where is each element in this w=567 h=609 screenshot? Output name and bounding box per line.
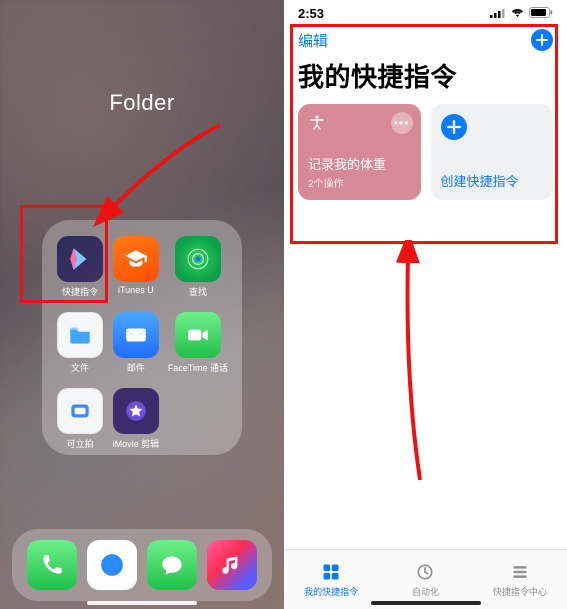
tab-my-shortcuts[interactable]: 我的快捷指令 xyxy=(284,550,378,609)
card-title: 创建快捷指令 xyxy=(441,171,519,190)
shortcut-cards: ••• 记录我的体重 2个操作 创建快捷指令 xyxy=(284,104,567,200)
home-indicator[interactable] xyxy=(371,601,481,605)
folder-icon xyxy=(57,312,103,358)
shortcuts-icon xyxy=(57,236,103,282)
status-bar: 2:53 xyxy=(284,0,567,23)
shortcut-card-weight[interactable]: ••• 记录我的体重 2个操作 xyxy=(298,104,421,200)
add-shortcut-button[interactable] xyxy=(531,29,553,51)
tab-label: 我的快捷指令 xyxy=(304,585,358,598)
dock-phone-icon[interactable] xyxy=(27,540,77,590)
graduation-cap-icon xyxy=(113,236,159,282)
app-clips[interactable]: 可立拍 xyxy=(56,388,104,450)
tab-gallery[interactable]: 快捷指令中心 xyxy=(473,550,567,609)
app-label: iTunes U xyxy=(118,285,154,295)
app-label: 邮件 xyxy=(127,361,145,374)
home-indicator[interactable] xyxy=(87,601,197,605)
page-title: 我的快捷指令 xyxy=(284,53,567,104)
app-label: iMovie 剪辑 xyxy=(113,437,160,450)
card-title: 记录我的体重 xyxy=(308,154,411,173)
battery-icon xyxy=(529,6,553,21)
create-shortcut-card[interactable]: 创建快捷指令 xyxy=(431,104,554,200)
app-facetime[interactable]: FaceTime 通话 xyxy=(168,312,228,374)
card-subtitle: 2个操作 xyxy=(308,175,411,190)
folder-title: Folder xyxy=(109,90,174,116)
wifi-icon xyxy=(510,6,525,21)
folder-panel: 快捷指令 iTunes U 查找 xyxy=(42,220,242,455)
app-label: FaceTime 通话 xyxy=(168,361,228,374)
dock-messages-icon[interactable] xyxy=(147,540,197,590)
status-time: 2:53 xyxy=(298,6,324,21)
tab-label: 快捷指令中心 xyxy=(493,585,547,598)
app-label: 查找 xyxy=(189,285,207,298)
tab-label: 自动化 xyxy=(412,585,439,598)
tab-bar: 我的快捷指令 自动化 快捷指令中心 xyxy=(284,549,567,609)
dock xyxy=(12,529,272,601)
home-screen-folder: Folder 快捷指令 iTunes U xyxy=(0,0,284,609)
app-label: 文件 xyxy=(71,361,89,374)
star-icon xyxy=(113,388,159,434)
app-files[interactable]: 文件 xyxy=(56,312,104,374)
clips-icon xyxy=(57,388,103,434)
signal-icon xyxy=(490,6,506,21)
shortcuts-app: 2:53 编辑 我的快捷指令 ••• 记录我的体重 2个操作 xyxy=(284,0,567,609)
video-icon xyxy=(175,312,221,358)
app-itunes-u[interactable]: iTunes U xyxy=(112,236,160,298)
plus-icon xyxy=(441,114,467,140)
more-icon[interactable]: ••• xyxy=(391,112,413,134)
app-label: 可立拍 xyxy=(66,437,93,450)
app-shortcuts[interactable]: 快捷指令 xyxy=(56,236,104,298)
app-imovie[interactable]: iMovie 剪辑 xyxy=(112,388,160,450)
radar-icon xyxy=(175,236,221,282)
app-mail[interactable]: 邮件 xyxy=(112,312,160,374)
edit-button[interactable]: 编辑 xyxy=(298,30,328,51)
dock-music-icon[interactable] xyxy=(207,540,257,590)
envelope-icon xyxy=(113,312,159,358)
app-find-my[interactable]: 查找 xyxy=(168,236,228,298)
app-label: 快捷指令 xyxy=(62,285,98,298)
nav-toolbar: 编辑 xyxy=(284,23,567,53)
dock-safari-icon[interactable] xyxy=(87,540,137,590)
